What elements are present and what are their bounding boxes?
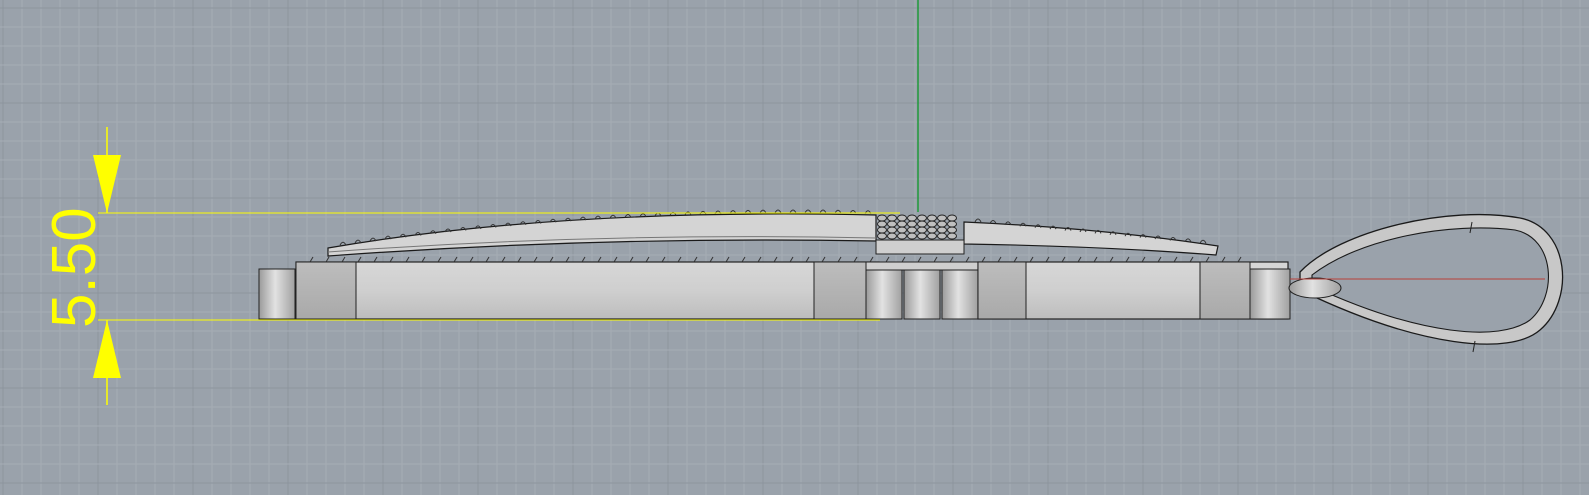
rhino-viewport[interactable]: 5.50 [0, 0, 1589, 495]
pendant-base-bar[interactable] [258, 256, 1291, 320]
center-stone-cluster[interactable] [875, 214, 965, 255]
pendant-right-plate[interactable] [963, 221, 1219, 256]
pendant-left-plate[interactable] [327, 213, 877, 257]
viewport-canvas[interactable]: 5.50 [0, 0, 1589, 495]
dimension-value: 5.50 [40, 207, 109, 328]
